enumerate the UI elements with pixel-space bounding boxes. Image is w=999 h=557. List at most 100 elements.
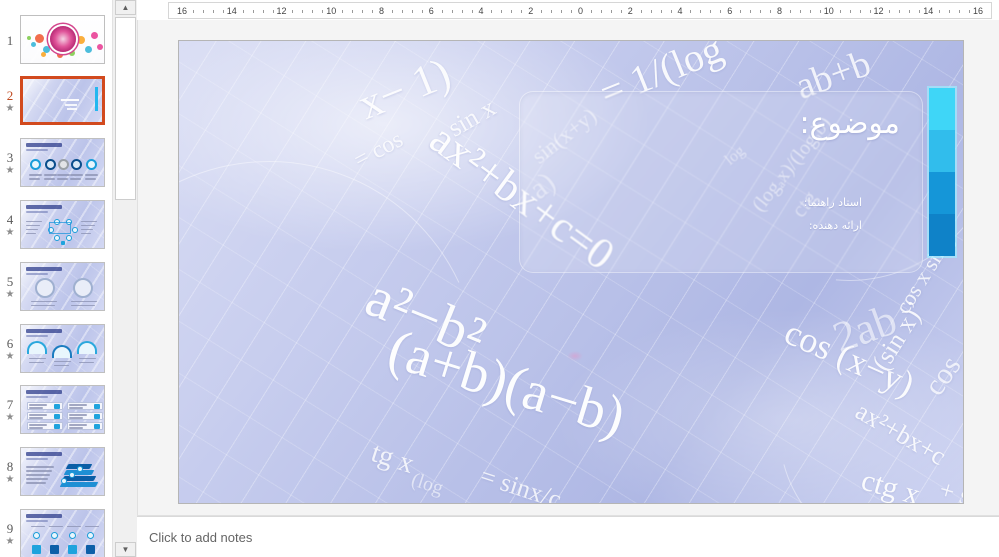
ruler-tick-label: 6 [429,6,434,16]
thumb-title-bar [26,390,62,394]
ruler-minor-tick [770,10,771,13]
ruler-minor-tick [591,10,592,13]
thumb-subtitle-bar [26,396,48,398]
slide-thumbnail-preview[interactable] [20,15,105,64]
thumb-gauge [73,278,93,298]
ruler-minor-tick [501,10,502,13]
presenter-line[interactable]: ارائه دهنده: [809,219,862,232]
ruler-minor-tick [193,10,194,13]
ruler-minor-tick [541,10,542,13]
thumbnail-scrollbar[interactable]: ▲ ▼ [112,0,137,557]
animation-star-icon[interactable]: ★ [6,289,15,300]
slide-thumbnail-item-5[interactable]: 5★ [0,255,112,317]
calligraphy-medallion [50,26,76,52]
notes-placeholder[interactable]: Click to add notes [149,530,252,545]
slide-thumbnail-preview[interactable] [20,200,105,249]
slide-thumbnail-preview[interactable] [20,138,105,187]
animation-star-icon[interactable]: ★ [6,351,15,362]
slide-thumbnail-item-6[interactable]: 6★ [0,317,112,379]
ruler-minor-tick [322,10,323,13]
decorative-blob [35,34,44,43]
thumb-text-line [79,362,94,364]
ruler-tick-label: 12 [277,6,287,16]
slide-thumbnail-preview[interactable] [20,509,105,557]
slide-thumbnail-preview[interactable] [20,324,105,373]
slide-thumbnail-item-8[interactable]: 8★ [0,441,112,503]
ruler-minor-tick [690,10,691,13]
current-slide[interactable]: x− 1)= 1/(logsin x= cosax²+bx+c=0a²−b²(a… [179,41,963,503]
accent-color-bar[interactable] [929,88,955,256]
slide-thumbnail-preview[interactable] [20,76,105,125]
thumb-text-line [85,178,96,180]
slide-thumbnail-preview[interactable] [20,385,105,434]
animation-star-icon[interactable]: ★ [6,227,15,238]
ruler-minor-tick [273,10,274,13]
thumb-text-line [26,474,50,476]
thumb-text-line [26,466,54,468]
ruler-tick-label: 14 [227,6,237,16]
slide-number-group: 3★ [0,132,20,194]
ruler-tick-label: 2 [628,6,633,16]
slide-content-box[interactable]: موضوع: استاد راهنما: ارائه دهنده: [519,91,923,273]
ruler-minor-tick [491,10,492,13]
slide-thumbnail-item-1[interactable]: 1 [0,8,112,70]
animation-star-icon[interactable]: ★ [6,412,15,423]
thumb-text-line [29,427,43,429]
thumb-text-line [29,404,47,406]
animation-star-icon[interactable]: ★ [6,103,15,114]
thumb-text-line [69,427,83,429]
ruler-minor-tick [462,10,463,13]
ruler-tick-label: 8 [777,6,782,16]
thumb-text-line [26,470,52,472]
ruler-tick-label: 2 [528,6,533,16]
animation-star-icon[interactable]: ★ [6,536,15,547]
slide-number: 6 [7,337,14,350]
ruler-tick-label: 16 [973,6,983,16]
thumb-text-line [69,417,83,419]
scroll-down-arrow-icon[interactable]: ▼ [115,542,136,557]
thumb-title-bar [26,329,62,333]
thumb-text-line [67,108,77,110]
thumb-chip [54,424,60,429]
powerpoint-window: 12★3★4★5★6★7★8★9★ ▲ ▼ 161412108642024681… [0,0,999,557]
thumb-title-line [61,99,79,101]
thumb-title-bar [26,143,62,147]
slide-thumbnail-item-9[interactable]: 9★ [0,502,112,557]
slide-thumbnail-preview[interactable] [20,447,105,496]
supervisor-line[interactable]: استاد راهنما: [804,196,862,209]
slide-title[interactable]: موضوع: [799,106,900,141]
notes-pane[interactable]: Click to add notes [137,515,999,557]
accent-bar-segment-4 [929,214,955,256]
slide-thumbnail-preview[interactable] [20,262,105,311]
ruler-minor-tick [810,10,811,13]
scroll-up-arrow-icon[interactable]: ▲ [115,0,136,15]
thumb-subtitle-bar [26,520,48,522]
thumb-text-line [54,365,69,367]
scrollbar-track[interactable] [115,201,136,541]
ruler-minor-tick [362,10,363,13]
thumb-hex-node [54,235,60,241]
thumb-chip [54,404,60,409]
slide-number-group: 8★ [0,441,20,503]
slide-thumbnail-item-4[interactable]: 4★ [0,193,112,255]
decorative-blob [77,36,85,44]
slide-thumbnail-item-2[interactable]: 2★ [0,70,112,132]
accent-bar-segment-2 [929,130,955,172]
animation-star-icon[interactable]: ★ [6,165,15,176]
scrollbar-thumb[interactable] [115,17,136,200]
ruler-minor-tick [402,10,403,13]
slide-thumbnail-panel[interactable]: 12★3★4★5★6★7★8★9★ [0,0,112,557]
ruler-minor-tick [342,10,343,13]
ruler-minor-tick [292,10,293,13]
slide-thumbnail-item-3[interactable]: 3★ [0,132,112,194]
thumb-title-bar [26,267,62,271]
slide-thumbnail-item-7[interactable]: 7★ [0,379,112,441]
thumb-text-line [29,362,44,364]
thumb-hex-node [66,235,72,241]
ruler-minor-tick [302,10,303,13]
thumb-text-line [69,424,87,426]
horizontal-ruler[interactable]: 1614121086420246810121416 [168,2,992,19]
animation-star-icon[interactable]: ★ [6,474,15,485]
slide-editing-area[interactable]: x− 1)= 1/(logsin x= cosax²+bx+c=0a²−b²(a… [137,20,999,515]
ruler-minor-tick [412,10,413,13]
